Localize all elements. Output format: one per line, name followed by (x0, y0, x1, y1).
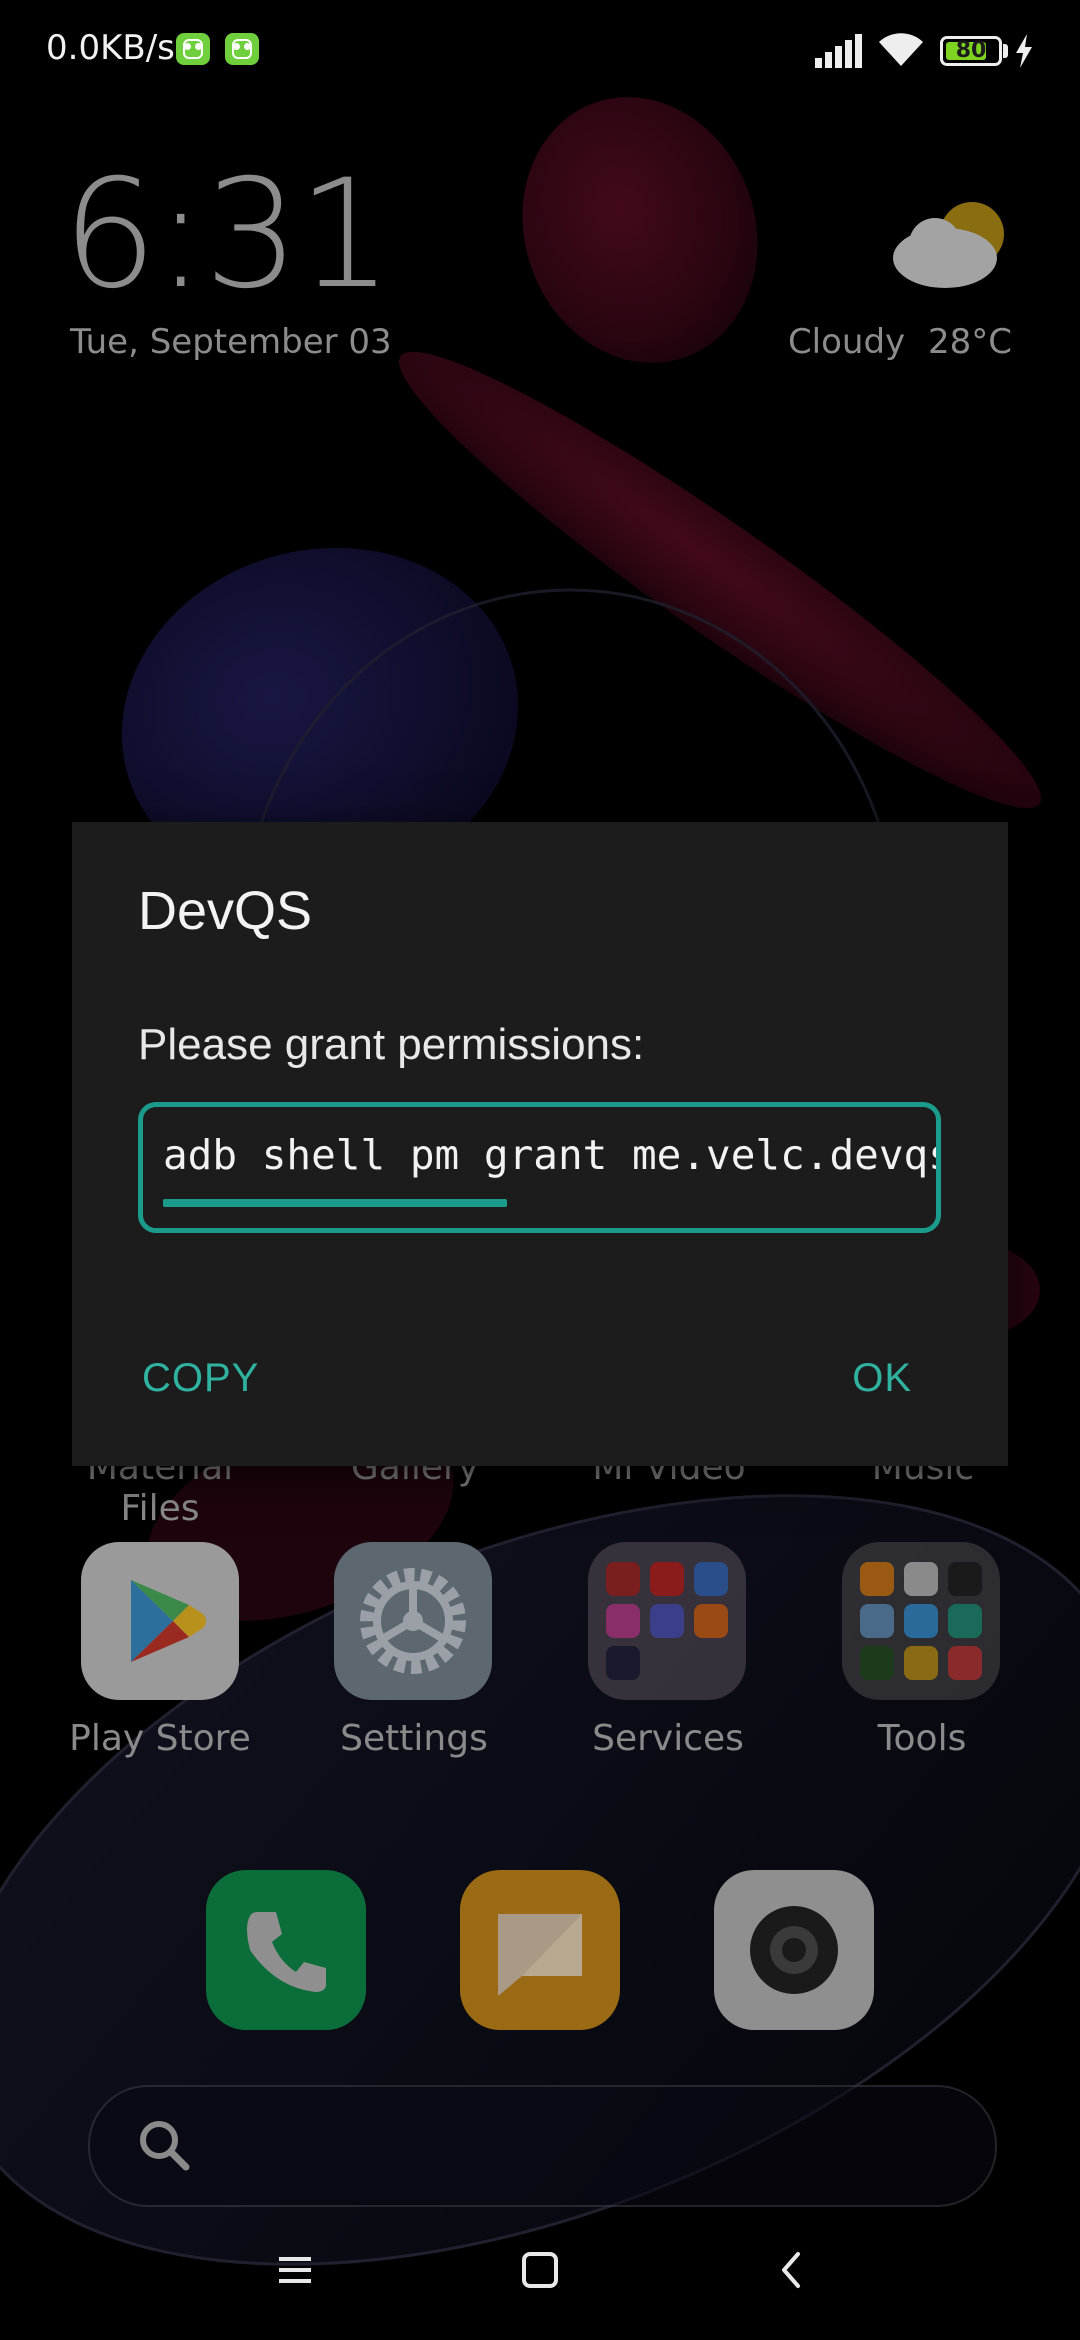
battery-level: 80 (955, 38, 987, 63)
network-speed: 0.0KB/s (46, 28, 175, 68)
back-chevron-icon[interactable] (762, 2240, 822, 2300)
camera-icon[interactable] (714, 1870, 874, 2030)
command-text-field[interactable]: adb shell pm grant me.velc.devqs android… (138, 1102, 941, 1233)
settings-gear-icon[interactable] (334, 1542, 492, 1700)
home-square-icon[interactable] (510, 2240, 570, 2300)
menu-icon[interactable] (265, 2240, 325, 2300)
search-icon (140, 2121, 190, 2171)
play-store-icon[interactable] (81, 1542, 239, 1700)
ok-button[interactable]: OK (852, 1356, 912, 1401)
clock-date[interactable]: Tue, September 03 (70, 322, 392, 362)
charging-bolt-icon (1016, 34, 1032, 68)
phone-icon[interactable] (206, 1870, 366, 2030)
app-label-services: Services (592, 1718, 744, 1759)
cloudy-sun-icon (893, 202, 1004, 288)
dialog-message: Please grant permissions: (138, 1020, 645, 1069)
wifi-icon (879, 33, 923, 66)
notification-app-icon (225, 33, 259, 65)
notification-app-icon (176, 33, 210, 65)
weather-info[interactable]: Cloudy 28°C (788, 322, 1012, 362)
permission-dialog: DevQS Please grant permissions: adb shel… (72, 822, 1008, 1466)
home-search-bar[interactable] (88, 2085, 997, 2207)
app-label-tools: Tools (877, 1718, 967, 1759)
dialog-title: DevQS (138, 881, 313, 941)
tools-folder-icon[interactable] (842, 1542, 1000, 1700)
services-folder-icon[interactable] (588, 1542, 746, 1700)
status-bar: 0.0KB/s 80 (0, 0, 1080, 100)
copy-button[interactable]: COPY (142, 1356, 259, 1401)
battery-indicator: 80 (940, 36, 1002, 66)
command-text[interactable]: adb shell pm grant me.velc.devqs android… (163, 1131, 936, 1179)
field-scroll-indicator (163, 1199, 507, 1207)
messages-icon[interactable] (460, 1870, 620, 2030)
signal-bars-icon (815, 34, 862, 68)
clock-time[interactable]: 6:31 (62, 160, 393, 310)
battery-tip (1003, 44, 1008, 58)
app-label-play-store: Play Store (69, 1718, 251, 1759)
app-label-settings: Settings (340, 1718, 488, 1759)
